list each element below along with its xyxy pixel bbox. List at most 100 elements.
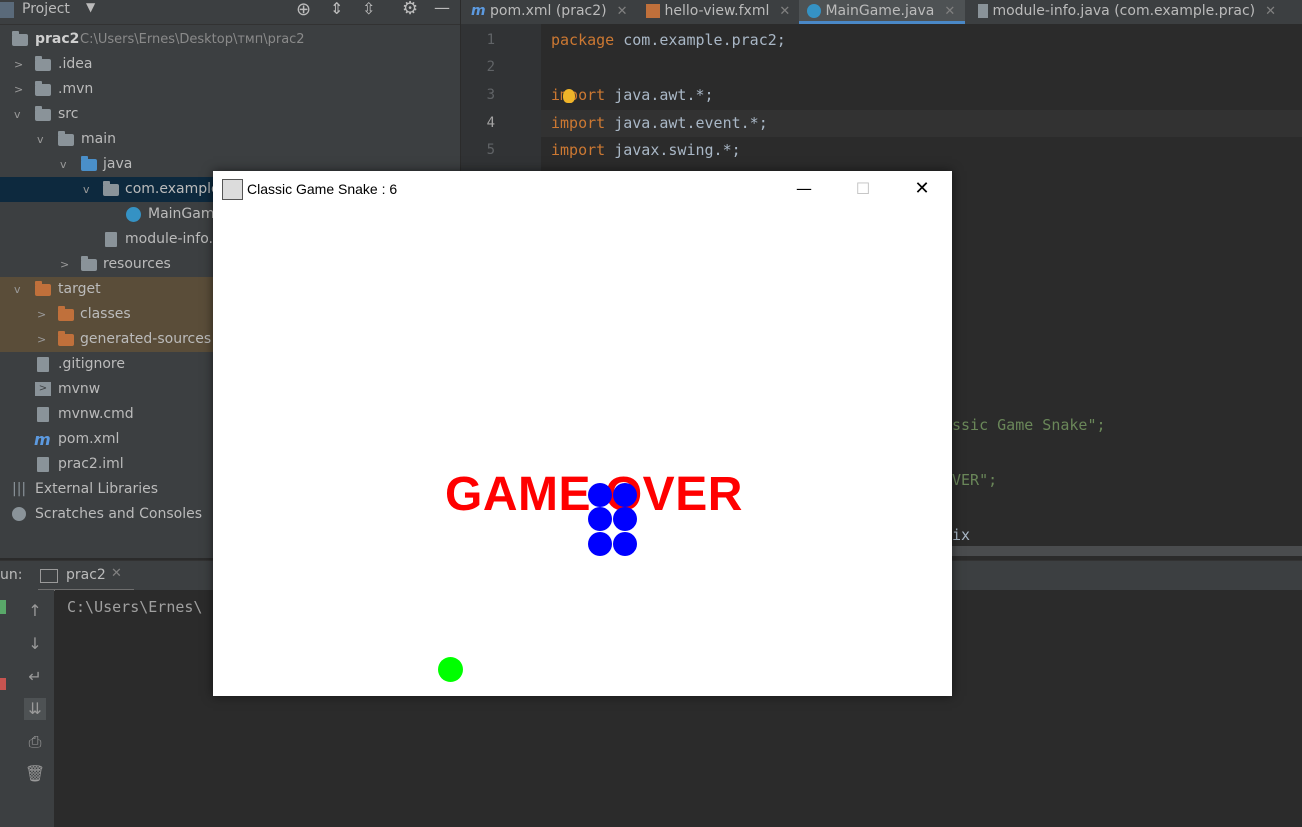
close-icon[interactable]: ✕ [944, 4, 955, 19]
tree-item-mvn[interactable]: > .mvn [0, 77, 460, 102]
horizontal-scrollbar[interactable] [952, 546, 1302, 556]
tab-maingame-java[interactable]: MainGame.java ✕ [799, 0, 965, 24]
close-icon[interactable]: ✕ [111, 566, 122, 581]
food [438, 657, 463, 682]
chevron-down-icon[interactable]: v [37, 127, 44, 152]
tree-item-label: main [81, 131, 116, 147]
code-fragment: ssic Game Snake"; [952, 416, 1106, 434]
chevron-right-icon[interactable]: > [14, 52, 23, 77]
tree-item-label: classes [80, 306, 131, 322]
tab-label: hello-view.fxml [664, 3, 770, 19]
soft-wrap-icon[interactable]: ↵ [24, 666, 46, 688]
scratches-icon [12, 507, 26, 521]
rerun-icon[interactable] [0, 600, 6, 614]
window-minimize-button[interactable]: — [781, 175, 827, 203]
tree-item-idea[interactable]: > .idea [0, 52, 460, 77]
code-text: java.awt.event.*; [605, 114, 768, 132]
java-file-icon [105, 232, 117, 247]
chevron-down-icon[interactable]: ▼ [86, 0, 95, 14]
minimize-icon[interactable]: — [434, 0, 450, 17]
folder-icon [35, 56, 51, 71]
chevron-down-icon[interactable]: v [60, 152, 67, 177]
snake-segment [588, 483, 612, 507]
snake-segment [588, 532, 612, 556]
lightbulb-icon[interactable] [563, 89, 575, 103]
code-fragment: VER"; [952, 471, 998, 489]
run-label: un: [0, 567, 23, 583]
chevron-down-icon[interactable]: v [83, 177, 90, 202]
trash-icon[interactable]: 🗑 [24, 763, 46, 785]
tree-item-label: MainGam [148, 206, 215, 222]
folder-icon [35, 106, 51, 121]
code-line-4[interactable]: import java.awt.event.*; [551, 114, 768, 132]
close-icon[interactable]: ✕ [617, 4, 628, 19]
tree-item-src[interactable]: v src [0, 102, 460, 127]
window-maximize-button[interactable]: ☐ [840, 175, 886, 203]
tree-item-label: module-info. [125, 231, 213, 247]
tree-item-label: java [103, 156, 133, 172]
tab-label: pom.xml (prac2) [490, 3, 607, 19]
line-number: 3 [486, 87, 495, 103]
run-config-tab[interactable]: prac2 [66, 567, 106, 583]
chevron-down-icon[interactable]: v [14, 277, 21, 302]
close-icon[interactable]: ✕ [1265, 4, 1276, 19]
scroll-up-icon[interactable]: ↑ [24, 600, 46, 622]
snake-segment [613, 507, 637, 531]
class-icon [807, 4, 821, 18]
package-icon [103, 181, 119, 196]
line-number: 5 [486, 142, 495, 158]
tree-item-label: prac2 [35, 31, 80, 47]
line-number: 4 [486, 115, 495, 131]
java-file-icon [978, 4, 988, 18]
code-keyword: import [551, 86, 606, 104]
code-text: javax.swing.*; [605, 141, 741, 159]
chevron-right-icon[interactable]: > [37, 302, 46, 327]
tree-item-main[interactable]: v main [0, 127, 460, 152]
project-title[interactable]: Project [22, 1, 70, 17]
code-line-5[interactable]: import javax.swing.*; [551, 141, 741, 159]
tree-item-label: com.example [125, 181, 220, 197]
expand-all-icon[interactable]: ⇕ [330, 0, 343, 18]
chevron-right-icon[interactable]: > [60, 252, 69, 277]
tab-module-info[interactable]: module-info.java (com.example.prac) ✕ [978, 0, 1276, 24]
tree-item-path: C:\Users\Ernes\Desktop\тмп\prac2 [80, 32, 305, 47]
chevron-down-icon[interactable]: v [14, 102, 21, 127]
scroll-down-icon[interactable]: ↓ [24, 633, 46, 655]
library-icon: ||| [12, 481, 27, 497]
file-icon [37, 407, 49, 422]
game-window[interactable]: Classic Game Snake : 6 — ☐ ✕ GAME OVER [213, 171, 952, 696]
chevron-right-icon[interactable]: > [14, 77, 23, 102]
gear-icon[interactable]: ⚙ [402, 0, 418, 19]
folder-icon [12, 31, 28, 46]
game-window-title: Classic Game Snake : 6 [247, 181, 398, 197]
close-icon[interactable]: ✕ [779, 4, 790, 19]
code-line-3[interactable]: import java.awt.*; [551, 86, 714, 104]
tab-pom-xml[interactable]: m pom.xml (prac2) ✕ [471, 0, 628, 24]
collapse-all-icon[interactable]: ⇳ [362, 0, 375, 18]
tree-item-label: .idea [58, 56, 93, 72]
stop-icon[interactable] [0, 678, 6, 690]
tab-hello-view[interactable]: hello-view.fxml ✕ [646, 0, 790, 24]
game-canvas[interactable]: GAME OVER [213, 207, 952, 696]
tree-item-label: resources [103, 256, 171, 272]
file-icon [37, 357, 49, 372]
code-text: java.awt.*; [605, 86, 714, 104]
tree-item-prac2[interactable]: v prac2 C:\Users\Ernes\Desktop\тмп\prac2 [0, 27, 460, 52]
locate-icon[interactable]: ⊕ [296, 0, 311, 20]
game-titlebar[interactable]: Classic Game Snake : 6 — ☐ ✕ [213, 171, 952, 207]
scroll-to-end-icon[interactable]: ⇊ [24, 698, 46, 720]
line-number: 2 [486, 59, 495, 75]
folder-icon [58, 331, 74, 346]
java-app-icon [222, 179, 243, 200]
print-icon[interactable]: ⎙ [24, 731, 46, 753]
tree-item-label: generated-sources [80, 331, 212, 347]
window-close-button[interactable]: ✕ [899, 175, 945, 203]
maven-icon: m [34, 430, 51, 449]
project-view-icon[interactable] [0, 2, 14, 18]
chevron-right-icon[interactable]: > [37, 327, 46, 352]
code-keyword: import [551, 141, 606, 159]
tree-item-label: Scratches and Consoles [35, 506, 202, 522]
tree-item-label: prac2.iml [58, 456, 124, 472]
code-line-1[interactable]: package com.example.prac2; [551, 31, 786, 49]
snake-segment [588, 507, 612, 531]
